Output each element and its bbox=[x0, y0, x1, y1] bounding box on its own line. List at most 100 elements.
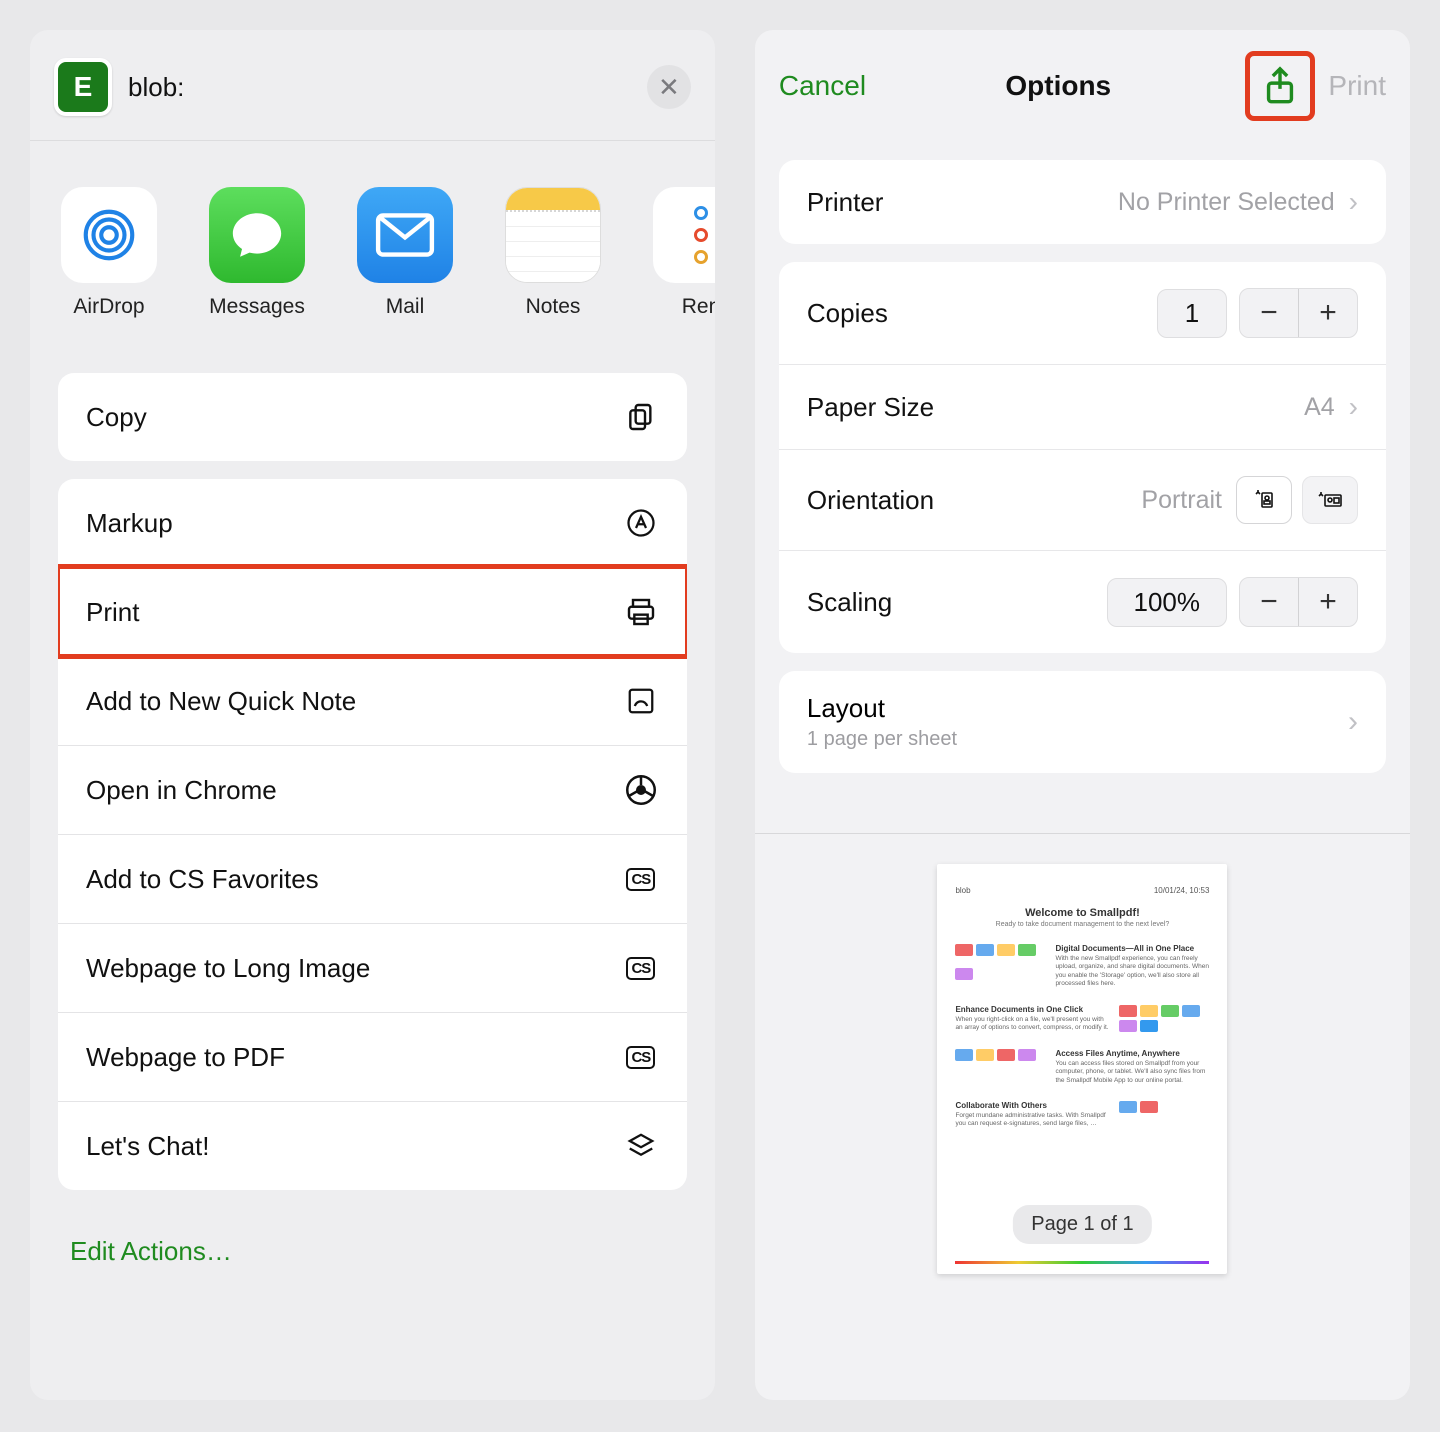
cs-icon: CS bbox=[623, 950, 659, 986]
print-action[interactable]: Print bbox=[58, 567, 687, 656]
share-sheet: E blob: ✕ AirDrop Messages bbox=[30, 30, 715, 1400]
printer-label: Printer bbox=[807, 187, 884, 218]
preview-section-heading: Enhance Documents in One Click bbox=[955, 1005, 1109, 1014]
quick-note-action[interactable]: Add to New Quick Note bbox=[58, 656, 687, 745]
share-target-label: Notes bbox=[526, 295, 581, 319]
copies-decrement[interactable]: − bbox=[1240, 289, 1298, 337]
share-header: E blob: ✕ bbox=[30, 30, 715, 141]
paper-value: A4 bbox=[1304, 393, 1335, 422]
cs-icon: CS bbox=[623, 1039, 659, 1075]
airdrop-icon bbox=[61, 187, 157, 283]
action-label: Let's Chat! bbox=[86, 1131, 209, 1162]
messages-icon bbox=[209, 187, 305, 283]
orientation-row: Orientation Portrait bbox=[779, 449, 1386, 550]
orientation-landscape-toggle[interactable] bbox=[1302, 476, 1358, 524]
edit-actions-button[interactable]: Edit Actions… bbox=[30, 1208, 715, 1295]
share-icon bbox=[1262, 66, 1298, 106]
printer-icon bbox=[623, 594, 659, 630]
chevron-right-icon: › bbox=[1349, 391, 1358, 423]
print-options-sheet: Cancel Options Print Printer No Printer … bbox=[755, 30, 1410, 1400]
source-app-icon: E bbox=[54, 58, 112, 116]
options-header: Cancel Options Print bbox=[755, 30, 1410, 142]
open-chrome-action[interactable]: Open in Chrome bbox=[58, 745, 687, 834]
edit-actions-label: Edit Actions… bbox=[70, 1236, 232, 1266]
markup-action[interactable]: Markup bbox=[58, 479, 687, 567]
copies-row: Copies 1 − + bbox=[779, 262, 1386, 364]
page-preview[interactable]: blob 10/01/24, 10:53 Welcome to Smallpdf… bbox=[937, 864, 1227, 1274]
cs-favorites-action[interactable]: Add to CS Favorites CS bbox=[58, 834, 687, 923]
quick-note-icon bbox=[623, 683, 659, 719]
preview-footer-accent bbox=[955, 1261, 1209, 1264]
orientation-label: Orientation bbox=[807, 485, 934, 516]
share-target-notes[interactable]: Notes bbox=[498, 187, 608, 319]
preview-subtitle: Ready to take document management to the… bbox=[955, 921, 1209, 928]
cancel-button[interactable]: Cancel bbox=[779, 70, 866, 102]
app-icon-letter: E bbox=[74, 71, 93, 103]
reminders-icon bbox=[653, 187, 715, 283]
print-settings-group: Copies 1 − + Paper Size A4 › Orientation… bbox=[779, 262, 1386, 653]
share-target-label: Messages bbox=[209, 295, 305, 319]
close-button[interactable]: ✕ bbox=[647, 65, 691, 109]
action-group-copy: Copy bbox=[58, 373, 687, 461]
orientation-portrait-toggle[interactable] bbox=[1236, 476, 1292, 524]
paper-size-row[interactable]: Paper Size A4 › bbox=[779, 364, 1386, 449]
preview-title: Welcome to Smallpdf! bbox=[955, 907, 1209, 919]
chevron-right-icon: › bbox=[1349, 186, 1358, 218]
layout-sublabel: 1 page per sheet bbox=[807, 728, 957, 751]
preview-section-body: Forget mundane administrative tasks. Wit… bbox=[955, 1112, 1109, 1129]
scaling-value[interactable]: 100% bbox=[1107, 578, 1228, 627]
share-button[interactable] bbox=[1250, 56, 1310, 116]
preview-section-body: When you right-click on a file, we'll pr… bbox=[955, 1016, 1109, 1033]
scaling-row: Scaling 100% − + bbox=[779, 550, 1386, 653]
chrome-icon bbox=[623, 772, 659, 808]
layout-row[interactable]: Layout 1 page per sheet › bbox=[779, 671, 1386, 773]
share-target-mail[interactable]: Mail bbox=[350, 187, 460, 319]
share-target-label: Ren bbox=[682, 295, 715, 319]
share-target-label: AirDrop bbox=[73, 295, 144, 319]
long-image-action[interactable]: Webpage to Long Image CS bbox=[58, 923, 687, 1012]
notes-icon bbox=[505, 187, 601, 283]
layout-group: Layout 1 page per sheet › bbox=[779, 671, 1386, 773]
print-button[interactable]: Print bbox=[1328, 70, 1386, 102]
scaling-decrement[interactable]: − bbox=[1240, 578, 1298, 626]
scaling-label: Scaling bbox=[807, 587, 892, 618]
cancel-label: Cancel bbox=[779, 70, 866, 101]
mail-icon bbox=[357, 187, 453, 283]
print-label: Print bbox=[1328, 70, 1386, 101]
share-target-messages[interactable]: Messages bbox=[202, 187, 312, 319]
share-target-more[interactable]: Ren bbox=[646, 187, 715, 319]
copies-label: Copies bbox=[807, 298, 888, 329]
preview-section-body: With the new Smallpdf experience, you ca… bbox=[1055, 955, 1209, 989]
share-targets-row: AirDrop Messages Mail Notes bbox=[30, 141, 715, 355]
copies-value[interactable]: 1 bbox=[1157, 289, 1227, 338]
share-target-label: Mail bbox=[386, 295, 425, 319]
printer-row[interactable]: Printer No Printer Selected › bbox=[779, 160, 1386, 244]
scaling-increment[interactable]: + bbox=[1299, 578, 1357, 626]
options-title: Options bbox=[1005, 70, 1111, 102]
close-icon: ✕ bbox=[658, 72, 680, 103]
lets-chat-action[interactable]: Let's Chat! bbox=[58, 1101, 687, 1190]
action-group-main: Markup Print Add to New Quick Note Open … bbox=[58, 479, 687, 1190]
paper-label: Paper Size bbox=[807, 392, 934, 423]
scaling-stepper: − + bbox=[1239, 577, 1358, 627]
action-label: Copy bbox=[86, 402, 147, 433]
printer-group: Printer No Printer Selected › bbox=[779, 160, 1386, 244]
webpage-pdf-action[interactable]: Webpage to PDF CS bbox=[58, 1012, 687, 1101]
preview-section-heading: Digital Documents—All in One Place bbox=[1055, 944, 1209, 953]
action-label: Webpage to Long Image bbox=[86, 953, 370, 984]
preview-section-heading: Collaborate With Others bbox=[955, 1101, 1109, 1110]
copies-stepper: − + bbox=[1239, 288, 1358, 338]
cs-icon: CS bbox=[623, 861, 659, 897]
action-label: Open in Chrome bbox=[86, 775, 277, 806]
orientation-value: Portrait bbox=[1141, 486, 1222, 515]
chevron-right-icon: › bbox=[1348, 705, 1358, 739]
copies-increment[interactable]: + bbox=[1299, 289, 1357, 337]
action-label: Markup bbox=[86, 508, 173, 539]
action-label: Webpage to PDF bbox=[86, 1042, 285, 1073]
print-preview-area: blob 10/01/24, 10:53 Welcome to Smallpdf… bbox=[755, 833, 1410, 1274]
preview-section-body: You can access files stored on Smallpdf … bbox=[1055, 1060, 1209, 1085]
copy-action[interactable]: Copy bbox=[58, 373, 687, 461]
layout-label: Layout bbox=[807, 693, 957, 724]
action-label: Add to CS Favorites bbox=[86, 864, 319, 895]
share-target-airdrop[interactable]: AirDrop bbox=[54, 187, 164, 319]
